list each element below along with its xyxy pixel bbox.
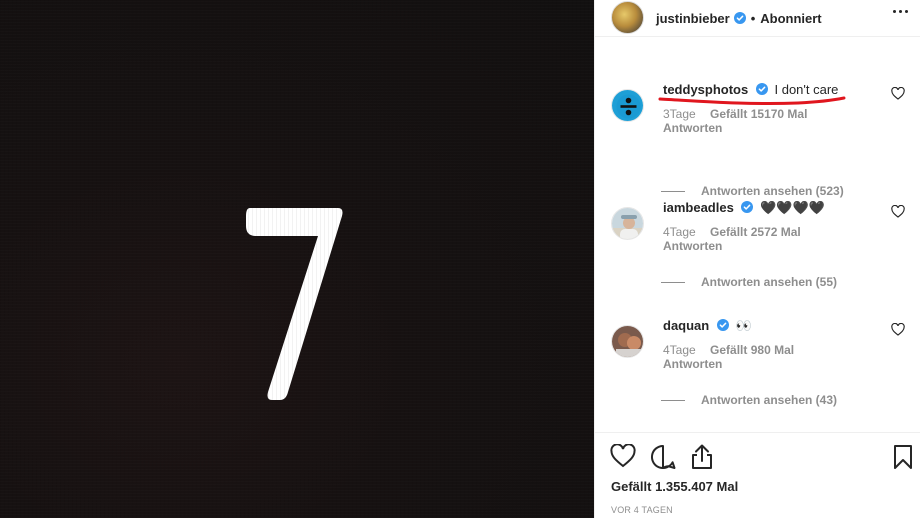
more-options-icon[interactable] <box>893 10 908 13</box>
post-actions-bar <box>595 444 920 474</box>
commenter-avatar[interactable] <box>611 207 644 240</box>
verified-badge-icon <box>733 12 746 24</box>
comment-text: 👀 <box>735 318 752 333</box>
post-image[interactable]: 7 <box>0 0 594 518</box>
post-side-panel: justinbieber • Abonniert teddysphotos I … <box>594 0 920 518</box>
commenter-avatar[interactable] <box>611 89 644 122</box>
verified-badge-icon <box>755 83 768 95</box>
heart-icon[interactable] <box>610 444 636 468</box>
comment-meta: 3Tage Gefällt 15170 Mal Antworten <box>663 107 888 135</box>
red-annotation-underline <box>658 96 846 106</box>
media-digit: 7 <box>236 196 237 197</box>
commenter-avatar[interactable] <box>611 325 644 358</box>
comment-like-heart-icon[interactable] <box>891 205 905 218</box>
comment-likes[interactable]: Gefällt 15170 Mal <box>710 107 807 121</box>
comment-meta: 4Tage Gefällt 2572 Mal Antworten <box>663 225 888 253</box>
avatar-photo <box>612 208 643 239</box>
comment-icon[interactable] <box>650 444 676 470</box>
view-replies-button[interactable]: Antworten ansehen (43) <box>661 393 837 407</box>
commenter-username[interactable]: daquan <box>663 318 709 333</box>
view-replies-button[interactable]: Antworten ansehen (523) <box>661 184 844 198</box>
verified-badge-icon <box>741 201 754 213</box>
comment-likes[interactable]: Gefällt 980 Mal <box>710 343 794 357</box>
avatar-photo <box>612 326 643 357</box>
bookmark-icon[interactable] <box>893 444 913 470</box>
view-replies-label: Antworten ansehen (523) <box>701 184 844 198</box>
post-header: justinbieber • Abonniert <box>595 0 920 37</box>
comment-like-heart-icon[interactable] <box>891 323 905 336</box>
follow-status-button[interactable]: Abonniert <box>760 11 821 26</box>
replies-divider <box>661 190 685 192</box>
view-replies-label: Antworten ansehen (43) <box>701 393 838 407</box>
comment-like-heart-icon[interactable] <box>891 87 905 100</box>
number-seven-graphic: 7 <box>236 196 343 400</box>
comment-body: daquan 👀 4Tage Gefällt 980 Mal Antworten <box>663 317 888 371</box>
view-replies-button[interactable]: Antworten ansehen (55) <box>661 275 837 289</box>
comment-age[interactable]: 3Tage <box>663 107 696 121</box>
comments-list: teddysphotos I don't care 3Tage Gefällt … <box>595 55 920 433</box>
post-likes-count[interactable]: Gefällt 1.355.407 Mal <box>611 479 738 494</box>
header-separator: • <box>750 10 756 26</box>
reply-button[interactable]: Antworten <box>663 121 888 135</box>
instagram-post: 7 justinbieber • Abonniert teddysphotos … <box>0 0 920 518</box>
verified-badge-icon <box>716 319 729 331</box>
comment-body: iambeadles 🖤🖤🖤🖤 4Tage Gefällt 2572 Mal A… <box>663 199 888 253</box>
post-timestamp[interactable]: VOR 4 TAGEN <box>611 505 673 515</box>
commenter-username[interactable]: iambeadles <box>663 200 734 215</box>
comment-age[interactable]: 4Tage <box>663 343 696 357</box>
author-avatar[interactable] <box>611 0 644 34</box>
comment-likes[interactable]: Gefällt 2572 Mal <box>710 225 801 239</box>
comment-age[interactable]: 4Tage <box>663 225 696 239</box>
comment-meta: 4Tage Gefällt 980 Mal Antworten <box>663 343 888 371</box>
author-username[interactable]: justinbieber <box>656 11 730 26</box>
divide-logo-icon <box>612 90 643 121</box>
reply-button[interactable]: Antworten <box>663 239 888 253</box>
replies-divider <box>661 399 685 401</box>
reply-button[interactable]: Antworten <box>663 357 888 371</box>
view-replies-label: Antworten ansehen (55) <box>701 275 838 289</box>
replies-divider <box>661 281 685 283</box>
share-icon[interactable] <box>690 444 714 470</box>
comment-text: 🖤🖤🖤🖤 <box>760 200 825 215</box>
